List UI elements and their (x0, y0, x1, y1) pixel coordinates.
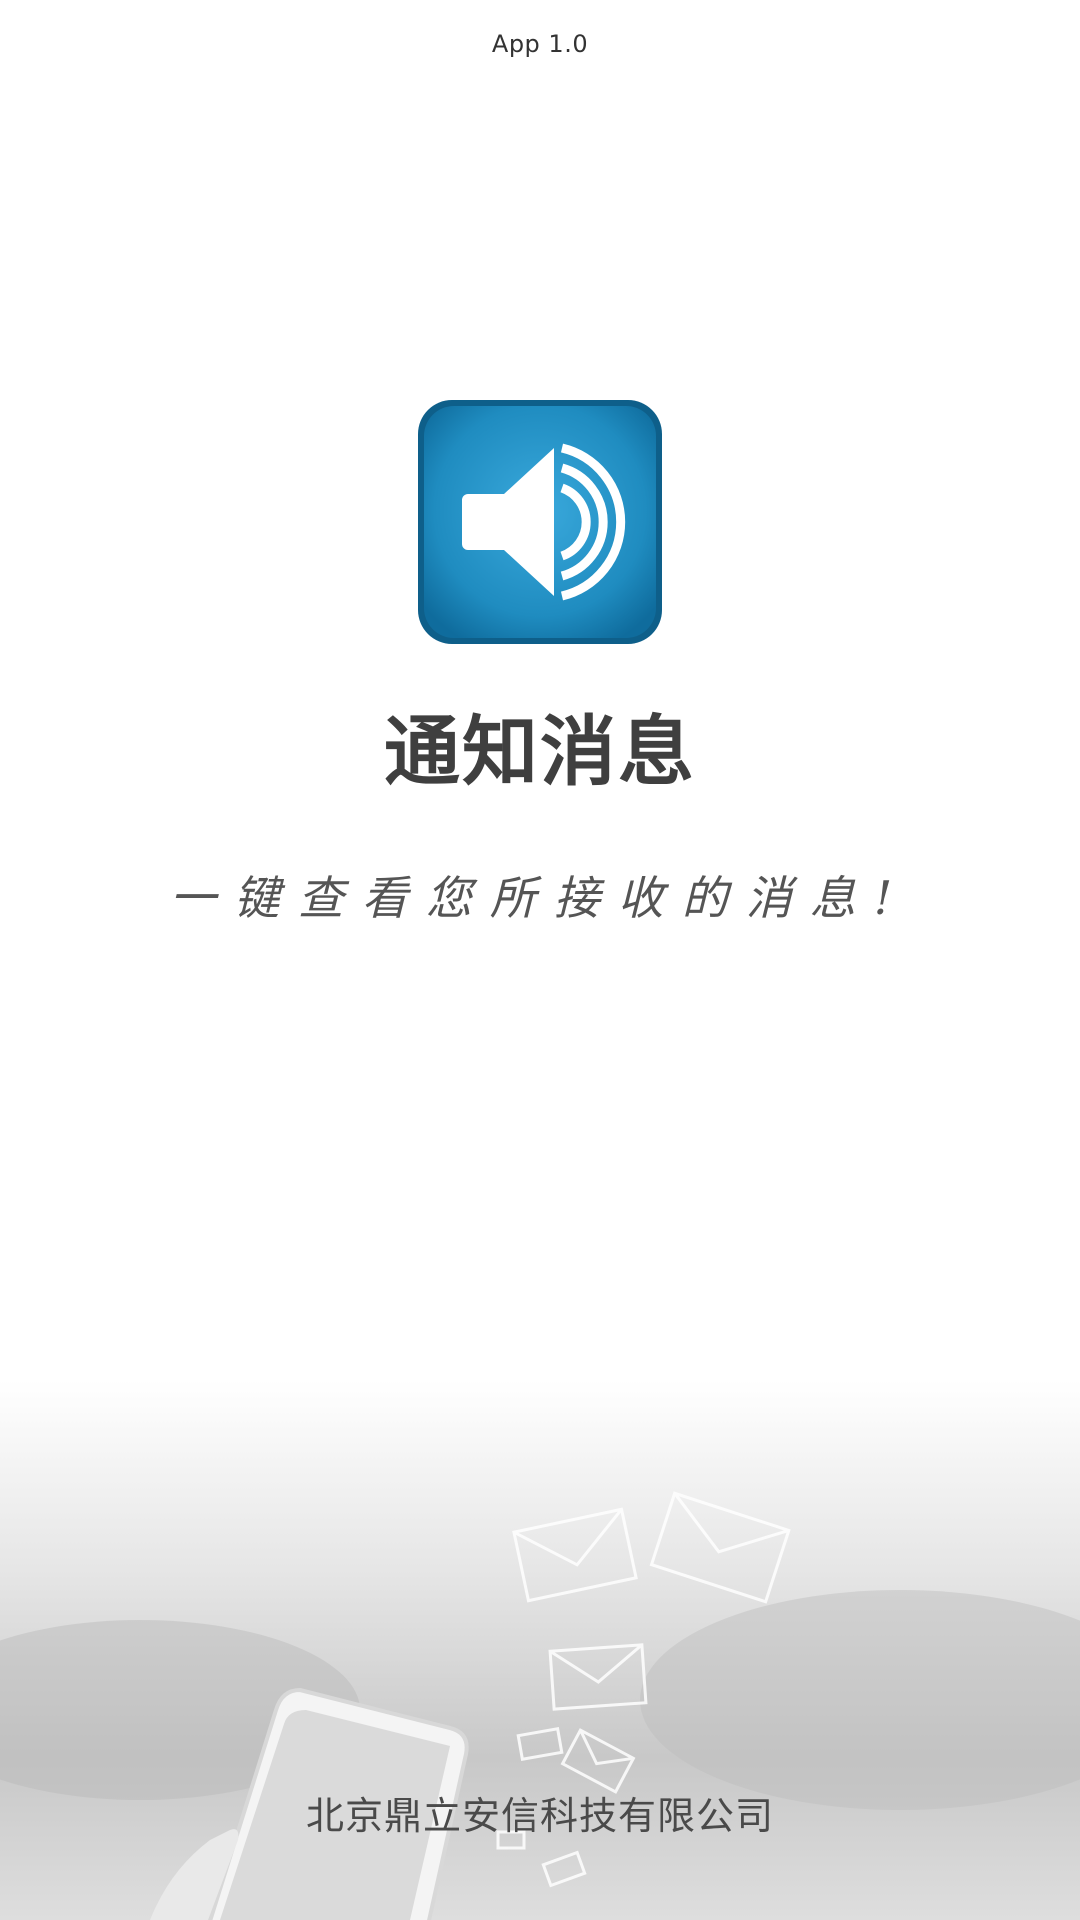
speaker-icon (418, 400, 662, 644)
version-label: App 1.0 (491, 30, 589, 58)
app-title: 通知消息 (384, 707, 696, 796)
company-name: 北京鼎立安信科技有限公司 (305, 1794, 774, 1838)
splash-screen: App 1.0 通知消息 一键查看您所接收的消息! 北京鼎立安信科技有限公司 (0, 0, 1080, 1920)
slogan-text: 一键查看您所接收的消息! (169, 871, 911, 925)
